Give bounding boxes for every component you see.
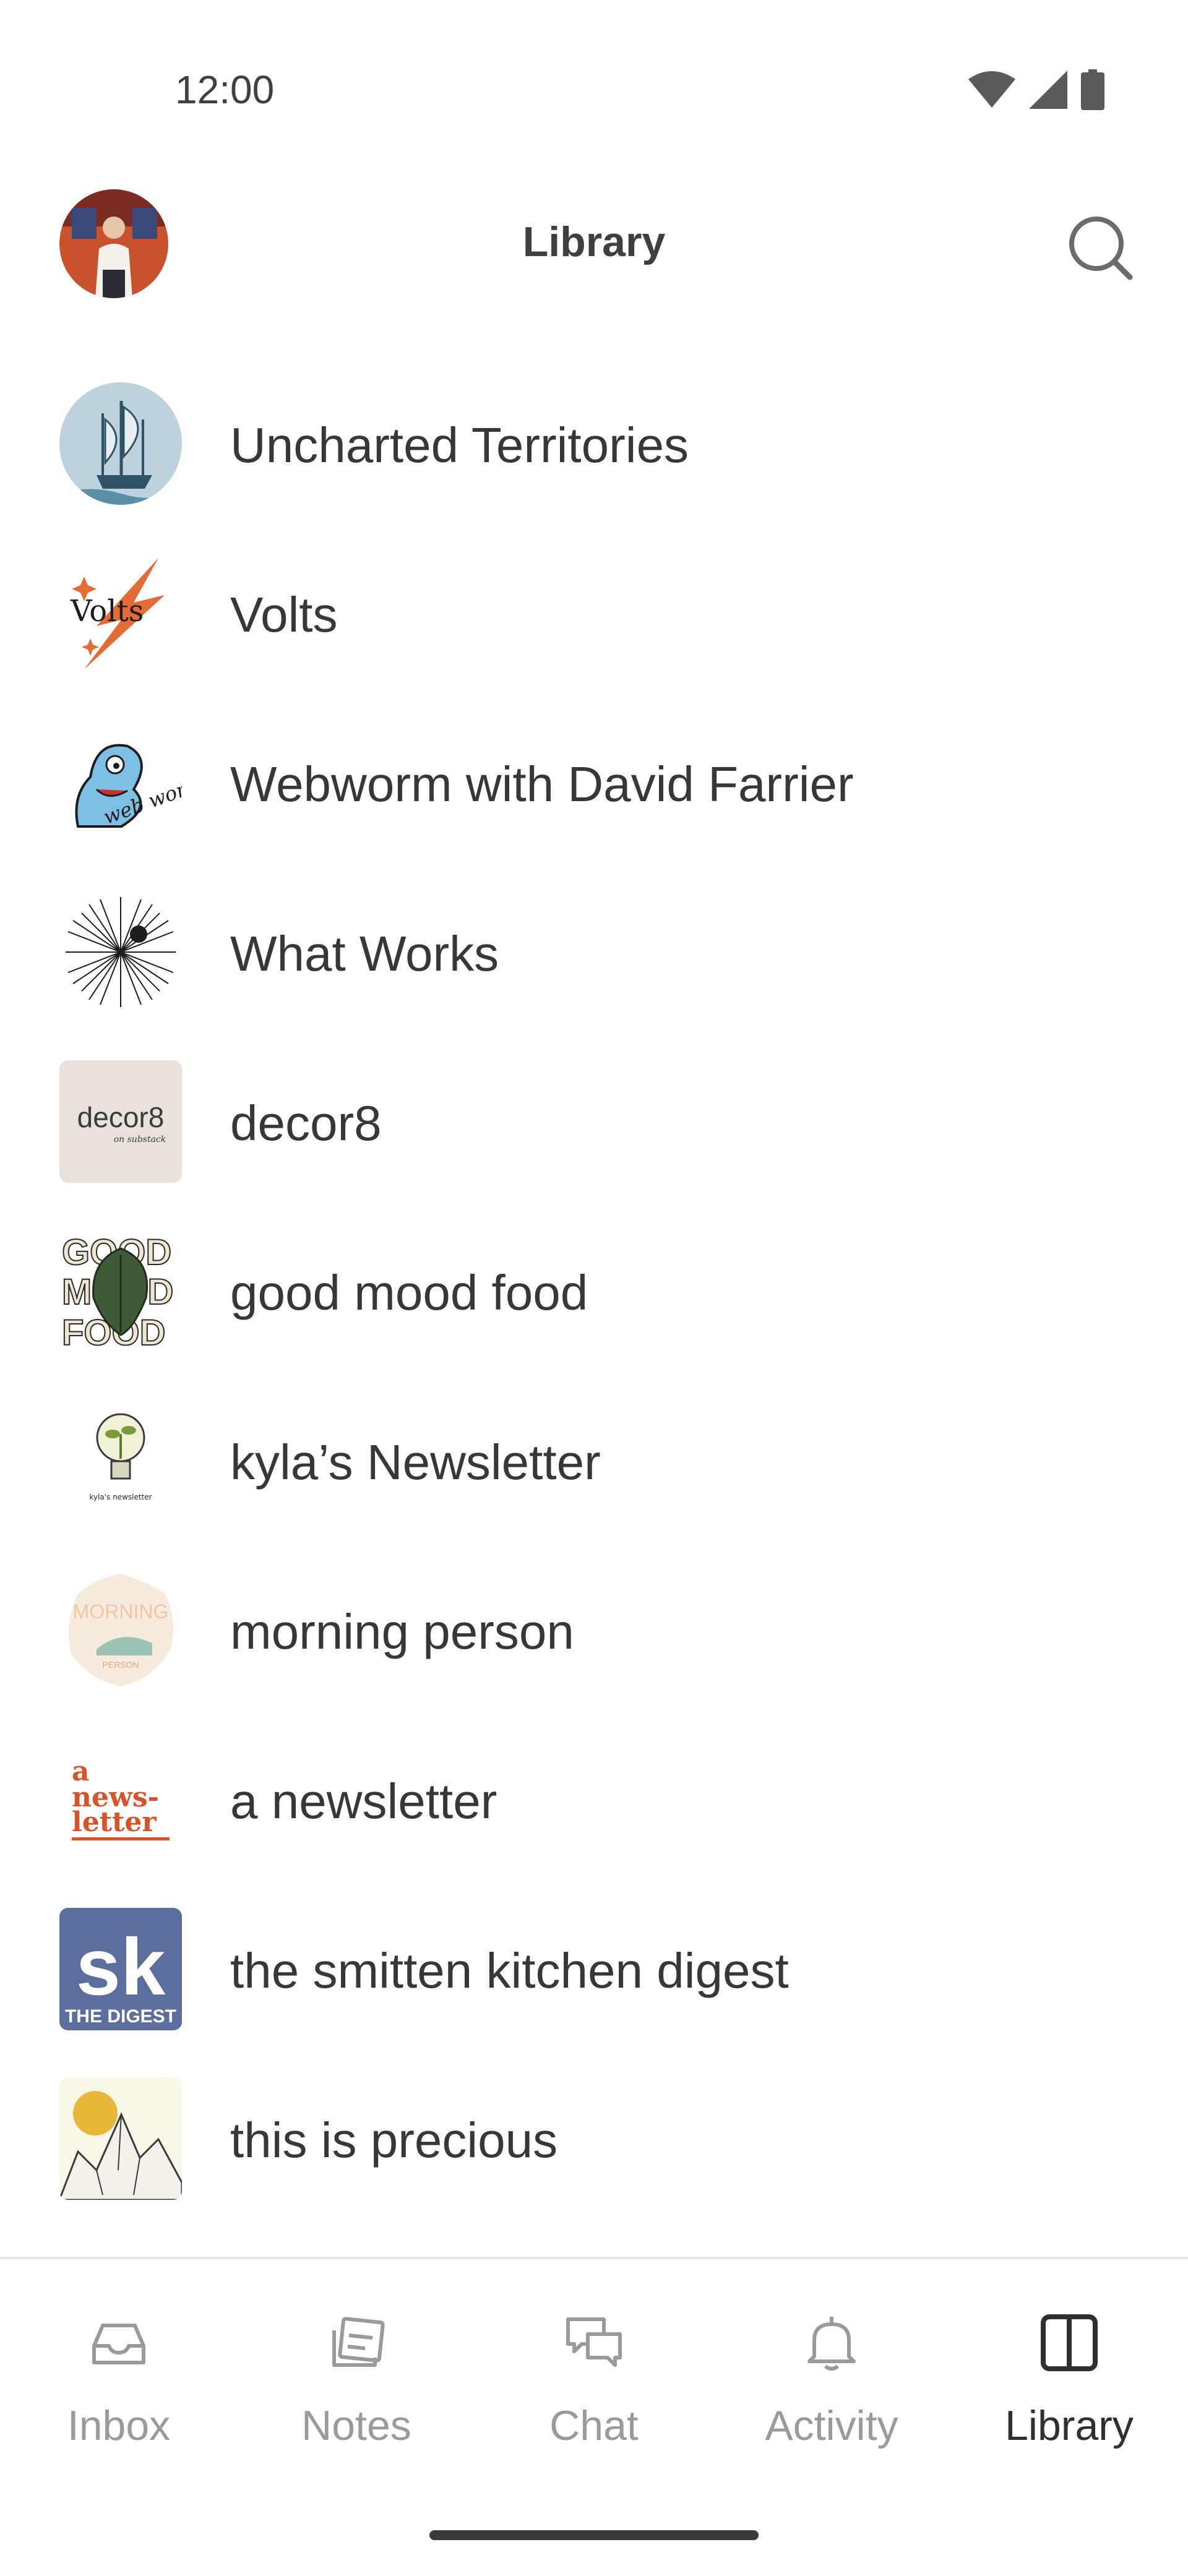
home-indicator[interactable] <box>429 2530 759 2540</box>
publication-thumbnail: decor8 on substack <box>59 1060 182 1183</box>
battery-icon <box>1081 69 1104 110</box>
publication-name: morning person <box>230 1604 574 1659</box>
sk-wordmark: sk <box>76 1921 166 2012</box>
nav-label: Chat <box>549 2402 639 2449</box>
publication-thumbnail: MORNING PERSON <box>59 1569 182 1691</box>
nav-library[interactable]: Library <box>950 2259 1188 2494</box>
publication-name: a newsletter <box>230 1774 497 1829</box>
nav-activity[interactable]: Activity <box>713 2259 950 2494</box>
page-title: Library <box>522 218 666 265</box>
publication-thumbnail: web worm <box>59 721 182 844</box>
bell-icon <box>807 2317 856 2371</box>
list-item[interactable]: Uncharted Territories <box>0 359 1188 528</box>
publication-name: the smitten kitchen digest <box>230 1943 789 1998</box>
publication-name: this is precious <box>230 2113 558 2168</box>
list-item[interactable]: this is precious <box>0 2054 1188 2223</box>
search-button[interactable] <box>1063 210 1137 285</box>
decor8-subtitle: on substack <box>114 1135 166 1144</box>
status-icons <box>968 69 1104 110</box>
publication-thumbnail: Volts <box>59 552 182 674</box>
sk-subtitle: THE DIGEST <box>65 2006 176 2027</box>
nav-label: Library <box>1005 2402 1134 2449</box>
list-item[interactable]: GOOD MOOD FOOD good mood food <box>0 1206 1188 1376</box>
inbox-icon <box>92 2324 145 2364</box>
list-item[interactable]: What Works <box>0 867 1188 1037</box>
nav-chat[interactable]: Chat <box>475 2259 713 2494</box>
publication-name: Uncharted Territories <box>230 418 689 473</box>
search-icon <box>1069 217 1133 280</box>
status-time: 12:00 <box>175 67 275 112</box>
kyla-wordmark: kyla's newsletter <box>89 1493 152 1501</box>
publication-thumbnail: kyla's newsletter <box>59 1399 182 1522</box>
publication-thumbnail: sk THE DIGEST <box>59 1908 182 2030</box>
publication-thumbnail: a news- letter <box>59 1738 182 1861</box>
morning-wordmark: MORNING <box>73 1600 169 1623</box>
nav-label: Notes <box>301 2402 411 2449</box>
list-item[interactable]: sk THE DIGEST the smitten kitchen digest <box>0 1884 1188 2054</box>
notes-icon <box>332 2317 385 2367</box>
publication-name: Volts <box>230 587 338 642</box>
list-item[interactable]: decor8 on substack decor8 <box>0 1037 1188 1206</box>
library-icon <box>1041 2314 1098 2371</box>
publication-name: kyla’s Newsletter <box>230 1435 601 1490</box>
publication-name: good mood food <box>230 1265 588 1320</box>
publication-name: Webworm with David Farrier <box>230 757 854 812</box>
list-item[interactable]: kyla's newsletter kyla’s Newsletter <box>0 1376 1188 1545</box>
bottom-nav: Inbox Notes Chat Activity Library <box>0 2257 1188 2576</box>
list-item[interactable]: MORNING PERSON morning person <box>0 1545 1188 1715</box>
nav-inbox[interactable]: Inbox <box>0 2259 238 2494</box>
publication-name: decor8 <box>230 1096 382 1151</box>
chat-icon <box>566 2317 622 2367</box>
list-item[interactable]: a news- letter a newsletter <box>0 1715 1188 1884</box>
publication-name: What Works <box>230 926 499 981</box>
publication-thumbnail <box>59 382 182 505</box>
publication-thumbnail <box>59 2077 182 2200</box>
list-item[interactable]: Volts Volts <box>0 528 1188 698</box>
nav-notes[interactable]: Notes <box>238 2259 475 2494</box>
wifi-icon <box>968 71 1015 108</box>
cellular-signal-icon <box>1029 71 1067 109</box>
status-bar: 12:00 <box>0 0 1188 179</box>
volts-wordmark: Volts <box>70 594 144 629</box>
nav-label: Inbox <box>67 2402 171 2449</box>
decor8-wordmark: decor8 <box>77 1101 165 1133</box>
morning-subtitle: PERSON <box>102 1660 139 1670</box>
publication-thumbnail <box>59 891 182 1013</box>
nav-label: Activity <box>765 2402 898 2449</box>
publication-thumbnail: GOOD MOOD FOOD <box>59 1230 182 1352</box>
list-item[interactable]: web worm Webworm with David Farrier <box>0 698 1188 867</box>
anews-line-3: letter <box>72 1806 157 1838</box>
